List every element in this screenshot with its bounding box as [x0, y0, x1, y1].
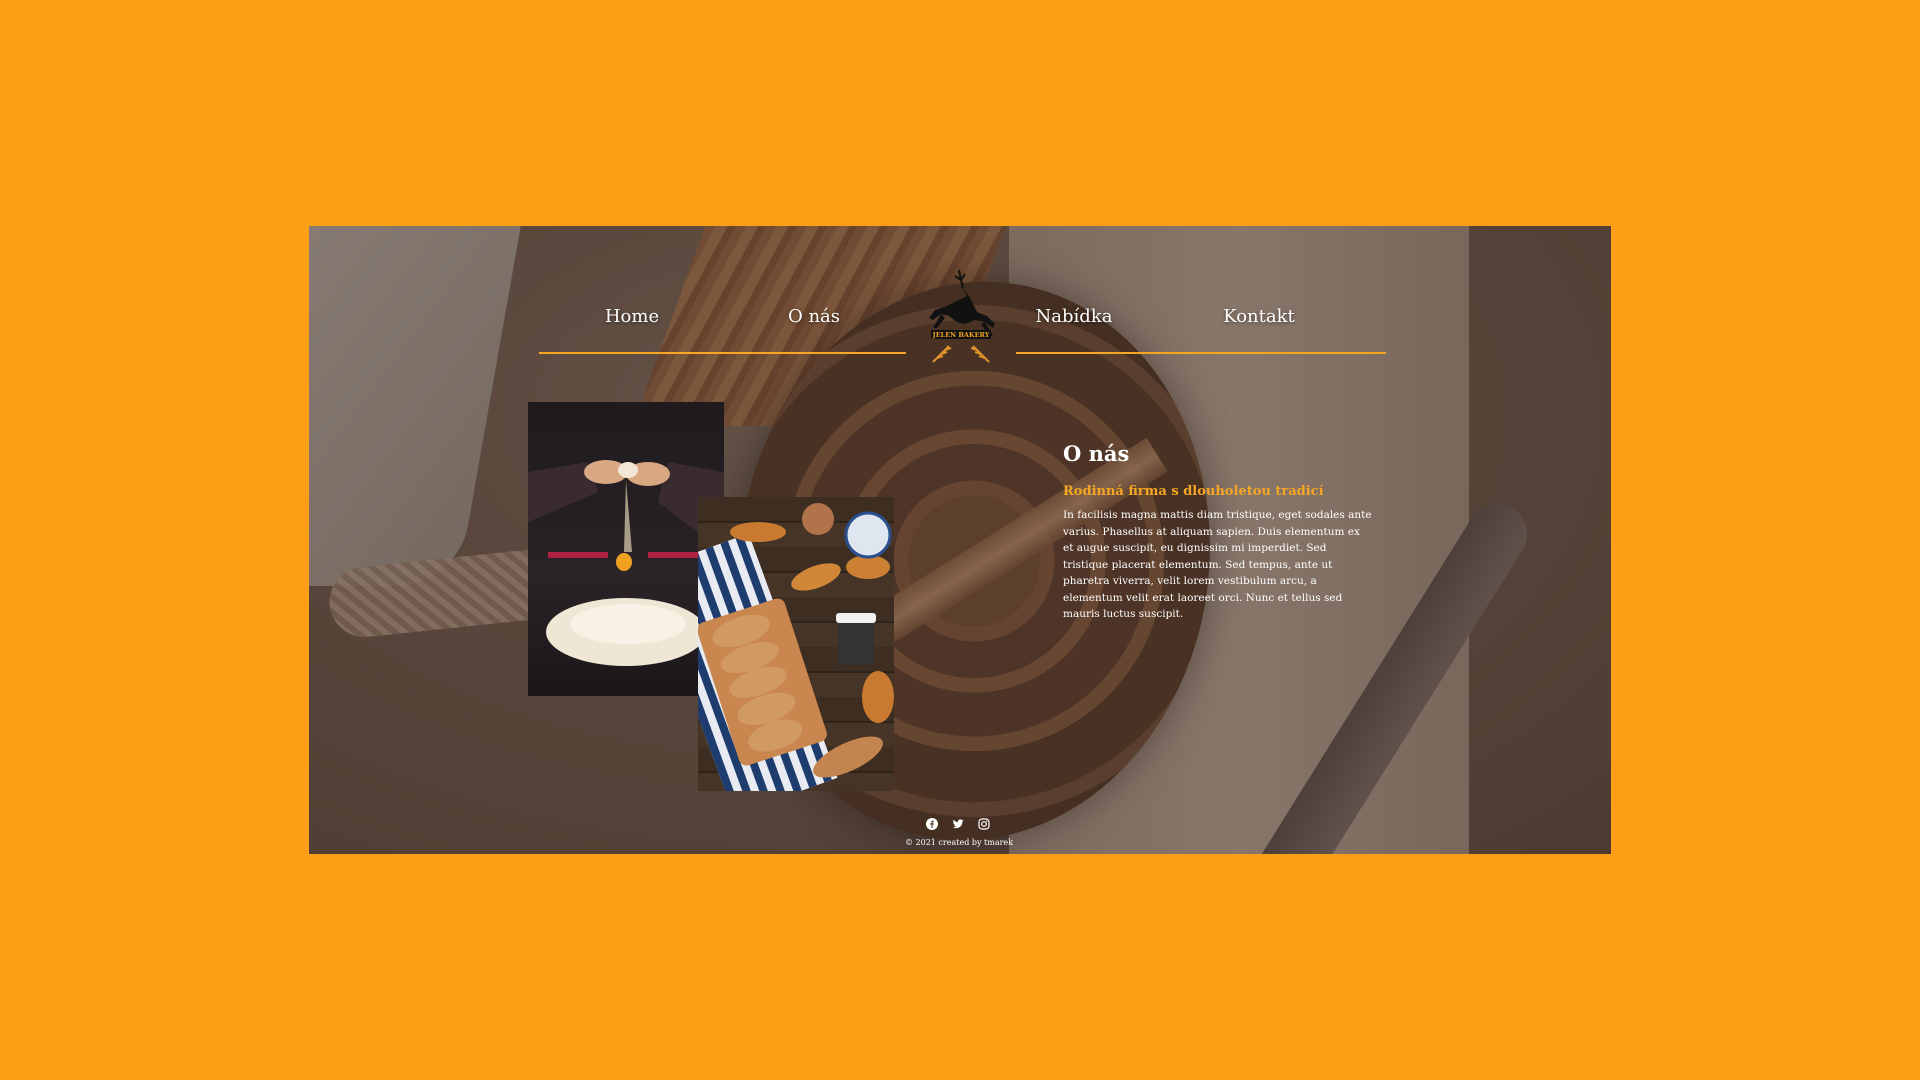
main-navigation: Home O nás Nabídka Kontakt JELEN BAKERY [309, 226, 1611, 366]
twitter-icon[interactable] [952, 818, 964, 830]
logo-text: JELEN BAKERY [932, 331, 990, 339]
facebook-icon[interactable] [926, 818, 938, 830]
about-section: O nás Rodinná firma s dlouholetou tradic… [1063, 441, 1373, 623]
nav-item-kontakt[interactable]: Kontakt [1199, 306, 1319, 327]
logo[interactable]: JELEN BAKERY [919, 266, 1003, 366]
social-links [926, 818, 990, 830]
deer-logo-icon: JELEN BAKERY [929, 269, 995, 363]
about-subtitle: Rodinná firma s dlouholetou tradicí [1063, 484, 1324, 499]
about-title: O nás [1063, 441, 1130, 466]
nav-item-home[interactable]: Home [572, 306, 692, 327]
nav-underline-right [1016, 352, 1386, 354]
nav-underline-left [539, 352, 906, 354]
hero-section: Home O nás Nabídka Kontakt JELEN BAKERY [309, 226, 1611, 854]
about-body: In facilisis magna mattis diam tristique… [1063, 509, 1372, 620]
nav-item-o-nas[interactable]: O nás [754, 306, 874, 327]
copyright-text: © 2021 created by tmarek [904, 838, 1014, 847]
instagram-icon[interactable] [978, 818, 990, 830]
photo-bread-croissants [698, 497, 894, 791]
nav-item-nabidka[interactable]: Nabídka [1014, 306, 1134, 327]
photo-egg-flour [528, 402, 724, 696]
